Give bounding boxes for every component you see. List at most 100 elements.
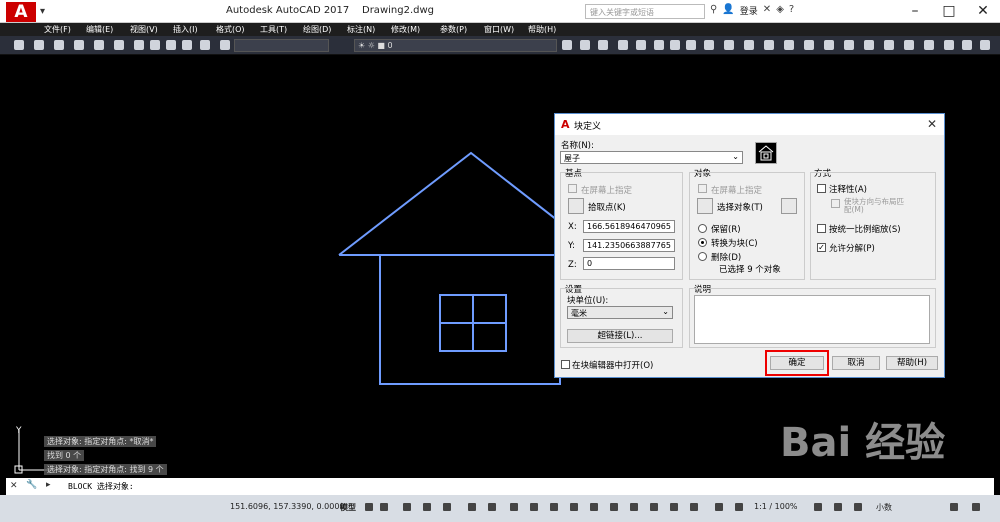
- layer-icon-3[interactable]: [598, 40, 608, 50]
- units-select[interactable]: 小数: [876, 502, 892, 513]
- ucs-toggle-icon[interactable]: [488, 503, 496, 511]
- dim-icon-14[interactable]: [980, 40, 990, 50]
- dialog-close-icon[interactable]: ✕: [927, 117, 937, 131]
- polar-icon[interactable]: [423, 503, 431, 511]
- convert-radio[interactable]: [698, 238, 707, 247]
- viewport-scale[interactable]: 1:1 / 100%: [754, 502, 798, 511]
- delete-radio[interactable]: [698, 252, 707, 261]
- exchange-icon[interactable]: ✕: [763, 4, 771, 17]
- workspace-icon[interactable]: [735, 503, 743, 511]
- lineweight-icon[interactable]: [530, 503, 538, 511]
- menu-modify[interactable]: 修改(M): [391, 24, 420, 35]
- menu-format[interactable]: 格式(O): [216, 24, 245, 35]
- user-icon[interactable]: 👤: [722, 4, 734, 17]
- ortho-icon[interactable]: [403, 503, 411, 511]
- render-icon-4[interactable]: [670, 40, 680, 50]
- block-name-combo[interactable]: 屋子 ⌄: [560, 151, 743, 164]
- wrench-icon[interactable]: 🔧: [26, 480, 37, 490]
- render-icon-3[interactable]: [654, 40, 664, 50]
- close-button[interactable]: ✕: [966, 0, 1000, 22]
- transparency-icon[interactable]: [550, 503, 558, 511]
- selection-filter-icon[interactable]: [630, 503, 638, 511]
- recent-commands-icon[interactable]: ▸: [46, 480, 51, 490]
- menu-dimension[interactable]: 标注(N): [347, 24, 375, 35]
- preview-icon[interactable]: [94, 40, 104, 50]
- menu-draw[interactable]: 绘图(D): [303, 24, 331, 35]
- gizmo-icon[interactable]: [650, 503, 658, 511]
- description-textarea[interactable]: [694, 295, 930, 344]
- open-icon[interactable]: [34, 40, 44, 50]
- search-input[interactable]: 键入关键字或短语: [585, 4, 705, 19]
- menu-file[interactable]: 文件(F): [44, 24, 71, 35]
- close-cmd-icon[interactable]: ✕: [10, 481, 18, 491]
- dim-icon-11[interactable]: [924, 40, 934, 50]
- autoscale-icon[interactable]: [690, 503, 698, 511]
- uniform-scale-checkbox[interactable]: [817, 224, 826, 233]
- menu-tools[interactable]: 工具(T): [260, 24, 287, 35]
- settings-icon[interactable]: [814, 503, 822, 511]
- base-z-input[interactable]: 0: [583, 257, 675, 270]
- dim-icon-3[interactable]: [764, 40, 774, 50]
- render-icon-6[interactable]: [704, 40, 714, 50]
- quick-select-button[interactable]: [781, 198, 797, 214]
- dim-icon-13[interactable]: [962, 40, 972, 50]
- dim-icon-5[interactable]: [804, 40, 814, 50]
- help-button[interactable]: 帮助(H): [886, 356, 938, 370]
- dim-icon-7[interactable]: [844, 40, 854, 50]
- dim-icon-8[interactable]: [864, 40, 874, 50]
- dim-icon-9[interactable]: [884, 40, 894, 50]
- login-button[interactable]: 登录: [740, 4, 758, 17]
- hardware-accel-icon[interactable]: [854, 503, 862, 511]
- open-in-editor-checkbox[interactable]: [561, 360, 570, 369]
- pan-icon[interactable]: [166, 40, 176, 50]
- hyperlink-button[interactable]: 超链接(L)...: [567, 329, 673, 343]
- layer-props-icon[interactable]: [220, 40, 230, 50]
- menu-parametric[interactable]: 参数(P): [440, 24, 467, 35]
- a360-icon[interactable]: ◈: [776, 4, 784, 17]
- layer-state-icon[interactable]: [562, 40, 572, 50]
- redo-icon[interactable]: [150, 40, 160, 50]
- select-objects-button[interactable]: [697, 198, 713, 214]
- dyn-icon[interactable]: [510, 503, 518, 511]
- isolate-icon[interactable]: [834, 503, 842, 511]
- minimize-button[interactable]: –: [898, 0, 932, 22]
- retain-radio[interactable]: [698, 224, 707, 233]
- render-icon-5[interactable]: [686, 40, 696, 50]
- render-icon-2[interactable]: [636, 40, 646, 50]
- dialog-titlebar[interactable]: A 块定义 ✕: [555, 114, 944, 135]
- osnap-icon[interactable]: [443, 503, 451, 511]
- selection-cycling-icon[interactable]: [570, 503, 578, 511]
- menu-edit[interactable]: 编辑(E): [86, 24, 113, 35]
- pick-point-button[interactable]: [568, 198, 584, 214]
- properties-icon[interactable]: [200, 40, 210, 50]
- dim-icon-10[interactable]: [904, 40, 914, 50]
- menu-view[interactable]: 视图(V): [130, 24, 158, 35]
- help-icon[interactable]: ?: [789, 4, 794, 17]
- dim-icon-2[interactable]: [744, 40, 754, 50]
- menu-help[interactable]: 帮助(H): [528, 24, 556, 35]
- customize-icon[interactable]: [972, 503, 980, 511]
- menu-window[interactable]: 窗口(W): [484, 24, 514, 35]
- annotative-checkbox[interactable]: [817, 184, 826, 193]
- render-icon-1[interactable]: [618, 40, 628, 50]
- cancel-button[interactable]: 取消: [832, 356, 880, 370]
- new-icon[interactable]: [14, 40, 24, 50]
- base-y-input[interactable]: 141.2350663887765: [583, 239, 675, 252]
- block-unit-select[interactable]: 毫米 ⌄: [567, 306, 673, 319]
- snap-icon[interactable]: [380, 503, 388, 511]
- annotation-visibility-icon[interactable]: [670, 503, 678, 511]
- plot-icon[interactable]: [114, 40, 124, 50]
- print-icon[interactable]: [74, 40, 84, 50]
- grid-icon[interactable]: [365, 503, 373, 511]
- dim-icon-1[interactable]: [724, 40, 734, 50]
- quick-access-dropdown-icon[interactable]: ▾: [40, 6, 45, 17]
- zoom-icon[interactable]: [182, 40, 192, 50]
- workspace-select[interactable]: [234, 39, 329, 52]
- dynamic-ucs-icon[interactable]: [610, 503, 618, 511]
- otrack-icon[interactable]: [468, 503, 476, 511]
- model-tab[interactable]: 模型: [340, 502, 356, 513]
- dim-icon-6[interactable]: [824, 40, 834, 50]
- base-x-input[interactable]: 166.5618946470965: [583, 220, 675, 233]
- undo-icon[interactable]: [134, 40, 144, 50]
- dim-icon-4[interactable]: [784, 40, 794, 50]
